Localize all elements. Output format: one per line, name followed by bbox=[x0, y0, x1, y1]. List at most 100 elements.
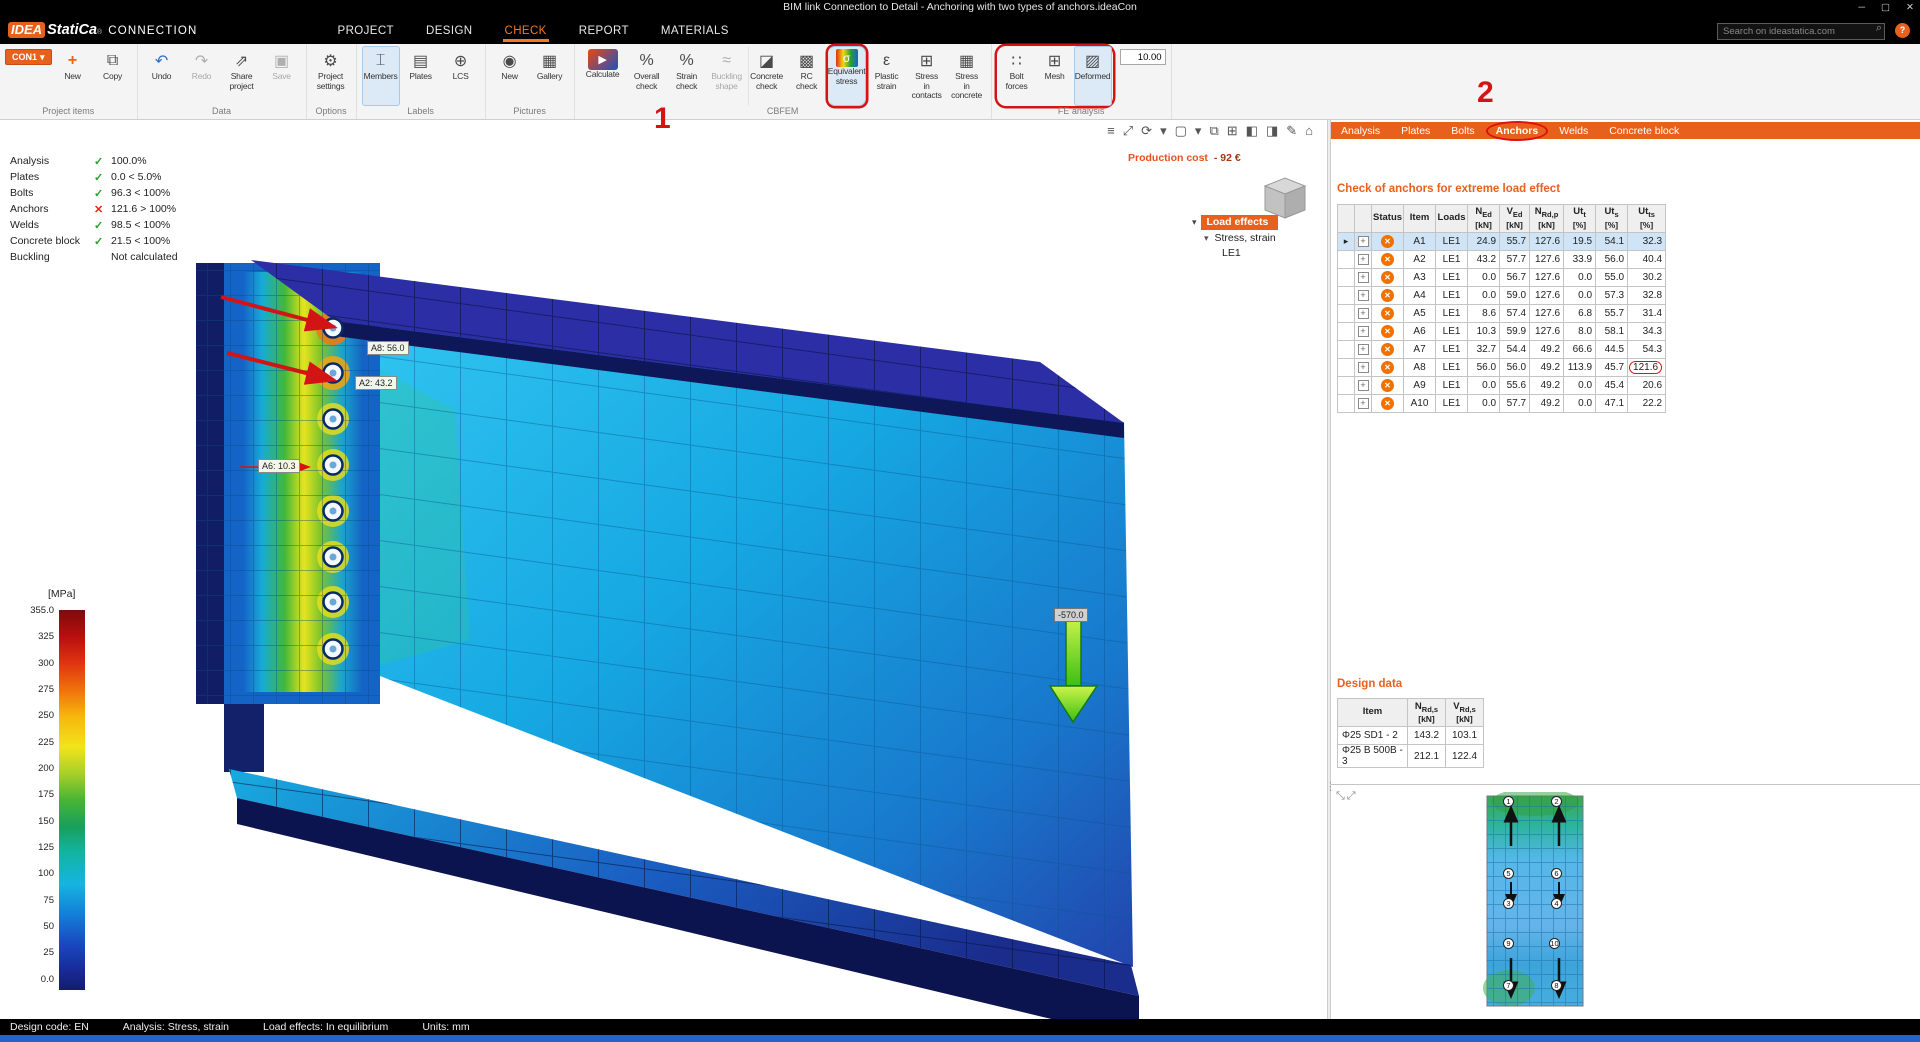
concrete-check-button[interactable]: ◪ Concrete check bbox=[748, 46, 786, 106]
new-item-button[interactable]: + New bbox=[54, 46, 92, 106]
equivalent-stress-button[interactable]: σ Equivalent stress bbox=[828, 46, 866, 106]
menu-materials[interactable]: MATERIALS bbox=[659, 19, 731, 42]
deformed-toggle[interactable]: ▨ Deformed bbox=[1074, 46, 1112, 106]
group-label: FE analysis bbox=[997, 106, 1166, 119]
fit-view-icon[interactable]: ⤢ bbox=[1123, 123, 1133, 139]
tab-concrete-block[interactable]: Concrete block bbox=[1607, 125, 1681, 137]
buckling-shape-button[interactable]: ≈ Buckling shape bbox=[708, 46, 746, 106]
view-cube[interactable] bbox=[1265, 178, 1305, 218]
share-project-button[interactable]: ⇗ Share project bbox=[223, 46, 261, 106]
minimize-button[interactable]: ─ bbox=[1858, 2, 1865, 13]
copy-picture-icon[interactable]: ⧉ bbox=[1209, 123, 1218, 139]
mesh-toggle[interactable]: ⊞ Mesh bbox=[1036, 46, 1074, 106]
save-button[interactable]: ▣ Save bbox=[263, 46, 301, 106]
bolt-forces-button[interactable]: ∷ Bolt forces bbox=[998, 46, 1036, 106]
tree-item-le1[interactable]: LE1 bbox=[1222, 247, 1278, 259]
account-icon[interactable]: ? bbox=[1895, 23, 1910, 38]
expand-row-button[interactable]: + bbox=[1358, 290, 1369, 301]
close-button[interactable]: ✕ bbox=[1906, 2, 1914, 13]
design-row[interactable]: Φ25 SD1 - 2 143.2 103.1 bbox=[1338, 727, 1484, 745]
status-icon: ✕ bbox=[94, 203, 111, 216]
expand-row-button[interactable]: + bbox=[1358, 398, 1369, 409]
connection-selector[interactable]: CON1 ▾ bbox=[5, 49, 52, 65]
anchor-row[interactable]: + ✕ A8 LE1 56.0 56.0 49.2 113.9 45.7 121… bbox=[1338, 359, 1666, 377]
expand-row-button[interactable]: + bbox=[1358, 308, 1369, 319]
model-viewport[interactable]: Analysis ✓ 100.0% Plates ✓ 0.0 < 5.0% Bo… bbox=[0, 120, 1327, 1019]
shaded-view-icon[interactable]: ◧ bbox=[1246, 123, 1258, 139]
lcs-labels-toggle[interactable]: ⊕ LCS bbox=[442, 46, 480, 106]
multi-view-icon[interactable]: ⊞ bbox=[1227, 123, 1238, 139]
tab-welds[interactable]: Welds bbox=[1557, 125, 1590, 137]
undo-button[interactable]: ↶ Undo bbox=[143, 46, 181, 106]
annotate-icon[interactable]: ✎ bbox=[1286, 123, 1297, 139]
anchor-row[interactable]: + ✕ A4 LE1 0.0 59.0 127.6 0.0 57.3 32.8 bbox=[1338, 287, 1666, 305]
tab-analysis[interactable]: Analysis bbox=[1339, 125, 1382, 137]
expand-row-button[interactable]: + bbox=[1358, 326, 1369, 337]
wireframe-view-icon[interactable]: ◨ bbox=[1266, 123, 1278, 139]
ribbon-button-icon: ▩ bbox=[799, 49, 814, 72]
calculate-button[interactable]: ▶ Calculate bbox=[580, 46, 626, 106]
plates-labels-toggle[interactable]: ▤ Plates bbox=[402, 46, 440, 106]
tab-plates[interactable]: Plates bbox=[1399, 125, 1432, 137]
anchor-forces-view[interactable] bbox=[1481, 792, 1591, 1012]
status-error-icon: ✕ bbox=[1381, 379, 1394, 392]
expand-row-button[interactable]: + bbox=[1358, 272, 1369, 283]
viewport-menu-icon[interactable]: ≡ bbox=[1107, 123, 1115, 139]
status-error-icon: ✕ bbox=[1381, 307, 1394, 320]
orbit-view-icon[interactable]: ⟳ bbox=[1141, 123, 1152, 139]
strain-check-button[interactable]: % Strain check bbox=[668, 46, 706, 106]
members-labels-toggle[interactable]: ⌶ Members bbox=[362, 46, 400, 106]
fit-zoom-widget[interactable]: ⤡⤢ bbox=[1336, 790, 1358, 803]
status-bar-item: Design code: EN bbox=[10, 1021, 89, 1033]
stress-in-contacts-button[interactable]: ⊞ Stress in contacts bbox=[908, 46, 946, 106]
results-tab-bar: Analysis Plates Bolts Anchors Welds Concrete … bbox=[1331, 122, 1920, 139]
menu-project[interactable]: PROJECT bbox=[336, 19, 396, 42]
plastic-strain-button[interactable]: ε Plastic strain bbox=[868, 46, 906, 106]
overall-check-button[interactable]: % Overall check bbox=[628, 46, 666, 106]
window-title: BIM link Connection to Detail - Anchorin… bbox=[783, 1, 1137, 13]
stress-in-concrete-button[interactable]: ▦ Stress in concrete bbox=[948, 46, 986, 106]
expand-row-button[interactable]: + bbox=[1358, 362, 1369, 373]
anchor-row[interactable]: + ✕ A9 LE1 0.0 55.6 49.2 0.0 45.4 20.6 bbox=[1338, 377, 1666, 395]
gallery-button[interactable]: ▦ Gallery bbox=[531, 46, 569, 106]
new-picture-button[interactable]: ◉ New bbox=[491, 46, 529, 106]
expand-row-button[interactable]: + bbox=[1358, 254, 1369, 265]
tree-item-load-effects[interactable]: Load effects bbox=[1201, 215, 1278, 230]
tree-item-stress-strain[interactable]: ▾ Stress, strain bbox=[1204, 232, 1278, 244]
fem-3d-scene[interactable] bbox=[0, 120, 1327, 1019]
deformed-scale-input[interactable] bbox=[1120, 49, 1166, 65]
ribbon-group-pictures: ◉ New ▦ Gallery Pictures bbox=[486, 44, 575, 119]
anchor-row[interactable]: ▸ + ✕ A1 LE1 24.9 55.7 127.6 19.5 54.1 3… bbox=[1338, 233, 1666, 251]
rc-check-button[interactable]: ▩ RC check bbox=[788, 46, 826, 106]
tab-anchors[interactable]: Anchors bbox=[1494, 125, 1541, 137]
ribbon-button-icon: ⊕ bbox=[454, 49, 467, 72]
chevron-down-icon[interactable]: ▾ bbox=[1160, 123, 1167, 139]
ribbon-button-icon: ↷ bbox=[195, 49, 208, 72]
column-header: Utts [%] bbox=[1628, 205, 1666, 233]
anchor-row[interactable]: + ✕ A7 LE1 32.7 54.4 49.2 66.6 44.5 54.3 bbox=[1338, 341, 1666, 359]
anchor-row[interactable]: + ✕ A3 LE1 0.0 56.7 127.6 0.0 55.0 30.2 bbox=[1338, 269, 1666, 287]
anchor-row[interactable]: + ✕ A6 LE1 10.3 59.9 127.6 8.0 58.1 34.3 bbox=[1338, 323, 1666, 341]
expand-row-button[interactable]: + bbox=[1358, 344, 1369, 355]
tab-bolts[interactable]: Bolts bbox=[1449, 125, 1476, 137]
design-row[interactable]: Φ25 B 500B - 3 212.1 122.4 bbox=[1338, 745, 1484, 768]
selection-mode-icon[interactable]: ▢ bbox=[1175, 123, 1187, 139]
expand-row-button[interactable]: + bbox=[1358, 380, 1369, 391]
redo-button[interactable]: ↷ Redo bbox=[183, 46, 221, 106]
home-view-icon[interactable]: ⌂ bbox=[1305, 123, 1313, 139]
anchor-row[interactable]: + ✕ A2 LE1 43.2 57.7 127.6 33.9 56.0 40.… bbox=[1338, 251, 1666, 269]
search-input[interactable] bbox=[1717, 23, 1885, 40]
project-settings-button[interactable]: ⚙ Project settings bbox=[312, 46, 350, 106]
anchor-row[interactable]: + ✕ A10 LE1 0.0 57.7 49.2 0.0 47.1 22.2 bbox=[1338, 395, 1666, 413]
menu-report[interactable]: REPORT bbox=[577, 19, 631, 42]
horizontal-splitter[interactable] bbox=[1331, 784, 1920, 785]
expand-row-button[interactable]: + bbox=[1358, 236, 1369, 247]
menu-check[interactable]: CHECK bbox=[503, 19, 549, 42]
chevron-down-icon[interactable]: ▾ bbox=[1195, 123, 1202, 139]
menu-design[interactable]: DESIGN bbox=[424, 19, 475, 42]
copy-item-button[interactable]: ⧉ Copy bbox=[94, 46, 132, 106]
color-scale-unit: [MPa] bbox=[48, 588, 85, 600]
anchor-row[interactable]: + ✕ A5 LE1 8.6 57.4 127.6 6.8 55.7 31.4 bbox=[1338, 305, 1666, 323]
maximize-button[interactable]: ▢ bbox=[1881, 2, 1890, 13]
chevron-down-icon[interactable]: ▾ bbox=[1192, 217, 1197, 227]
